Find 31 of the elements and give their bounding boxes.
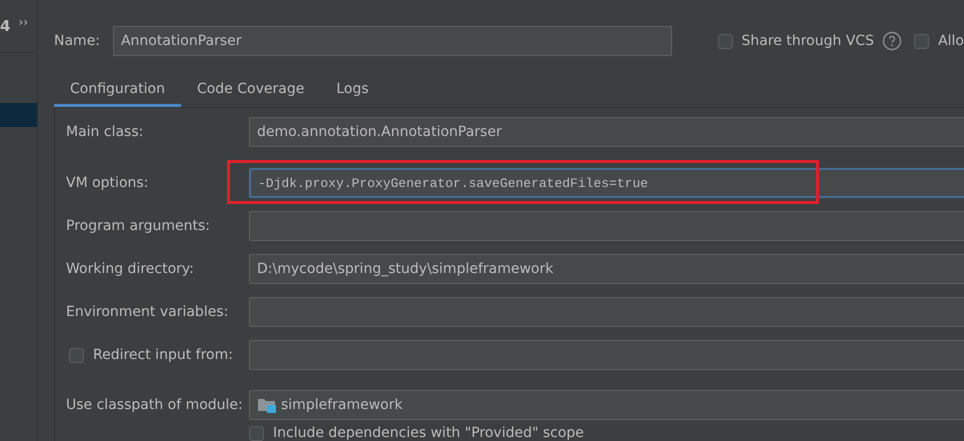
- module-folder-icon: [257, 396, 277, 414]
- checkbox[interactable]: [249, 426, 264, 440]
- checkbox-label: Include dependencies with "Provided" scope: [273, 425, 584, 441]
- input-field[interactable]: [249, 340, 964, 370]
- checkbox[interactable]: [914, 34, 930, 48]
- input-field[interactable]: [249, 297, 964, 327]
- checkbox-label: Allo: [938, 33, 964, 49]
- tab[interactable]: Logs: [320, 80, 385, 107]
- field-label: Redirect input from:: [93, 347, 233, 363]
- field-label: Use classpath of module:: [66, 397, 244, 413]
- input-field[interactable]: D:\mycode\spring_study\simpleframework: [249, 254, 964, 284]
- help-icon[interactable]: [882, 31, 902, 51]
- input-field[interactable]: -Djdk.proxy.ProxyGenerator.saveGeneratedFiles=true: [249, 168, 964, 198]
- tab[interactable]: Configuration: [54, 80, 181, 107]
- module-dropdown[interactable]: simpleframework: [249, 390, 964, 420]
- field-label: VM options:: [66, 175, 150, 191]
- field-label: Environment variables:: [66, 304, 230, 320]
- tab[interactable]: Code Coverage: [180, 80, 320, 107]
- name-field[interactable]: AnnotationParser: [112, 26, 672, 56]
- sidebar-label: 4: [0, 17, 10, 35]
- more-button[interactable]: ››: [18, 15, 28, 29]
- input-field[interactable]: demo.annotation.AnnotationParser: [249, 117, 964, 147]
- checkbox[interactable]: [718, 34, 733, 48]
- name-label: Name:: [54, 33, 102, 49]
- sidebar-item[interactable]: [0, 103, 37, 127]
- checkbox[interactable]: [69, 348, 84, 362]
- field-label: Main class:: [66, 124, 144, 140]
- checkbox-label: Share through VCS: [742, 33, 874, 49]
- input-field[interactable]: [249, 211, 964, 241]
- field-label: Working directory:: [66, 261, 195, 277]
- field-label: Program arguments:: [66, 218, 211, 234]
